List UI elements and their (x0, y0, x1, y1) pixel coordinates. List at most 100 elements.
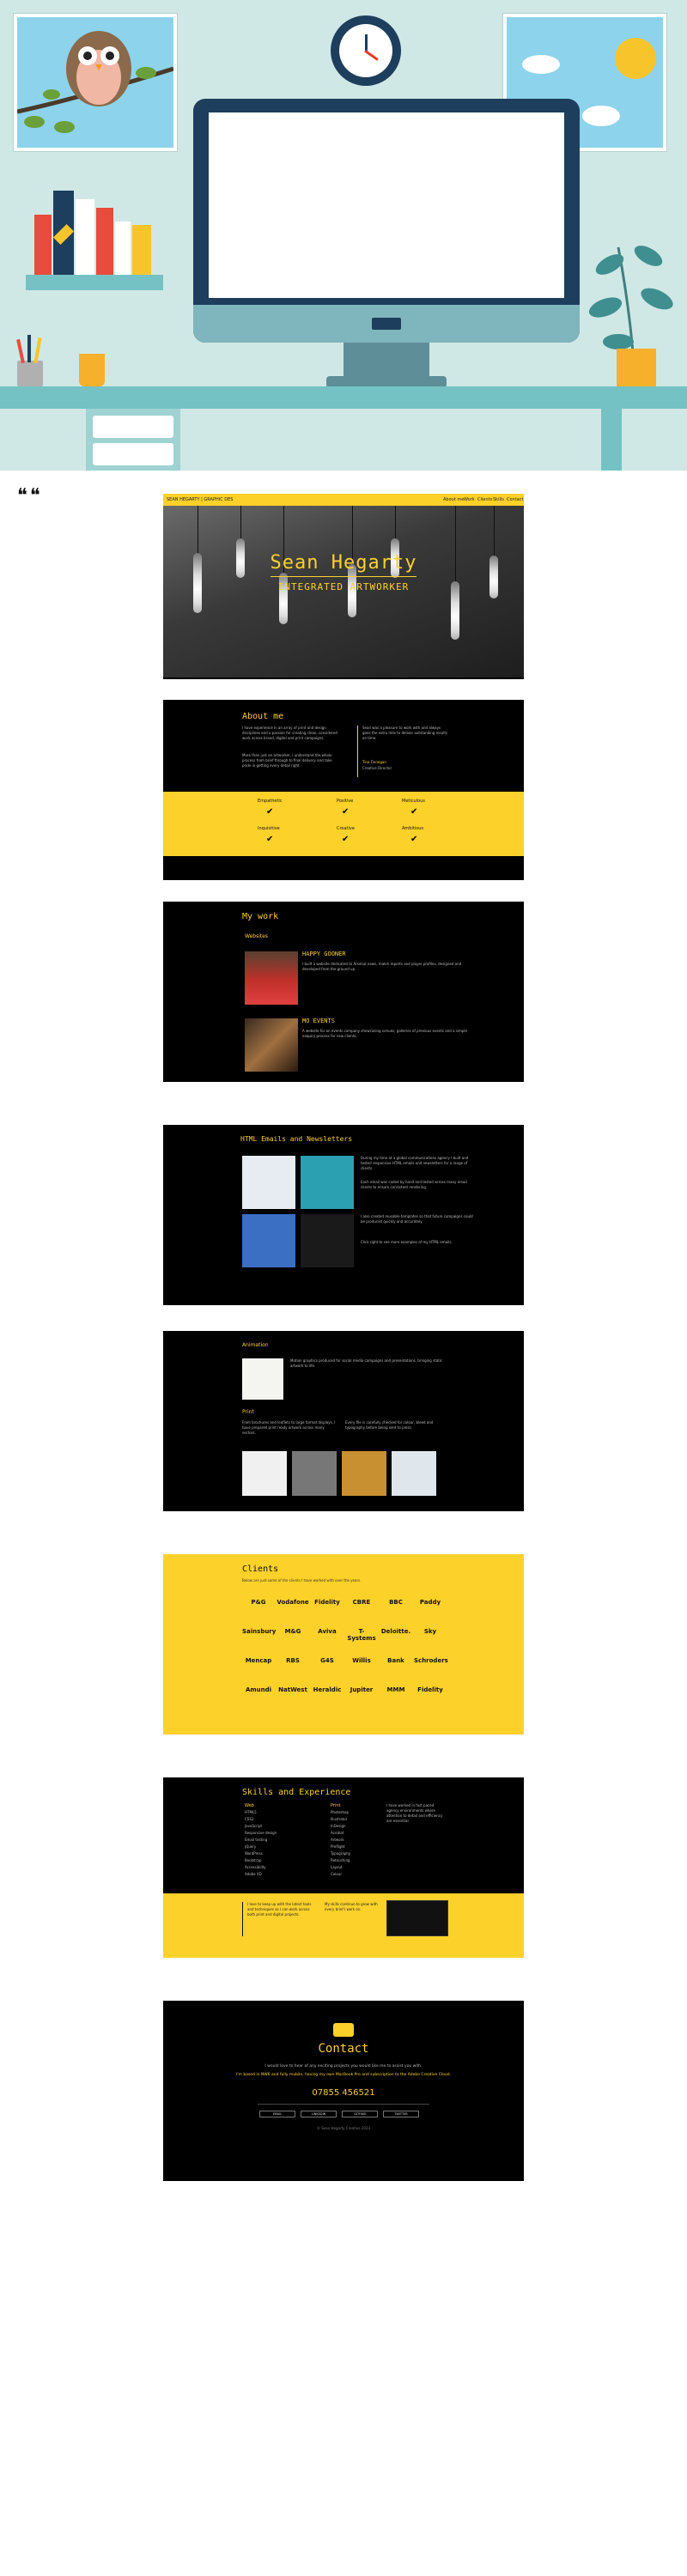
github-button[interactable]: GITHUB (342, 2111, 378, 2117)
skill-item: Bootstrap (245, 1858, 262, 1862)
pencil-icon (16, 338, 25, 364)
skill-item: Retouching (331, 1858, 350, 1862)
check-icon: ✔ (410, 835, 418, 844)
client-logo: M&G (284, 1628, 301, 1635)
copyright: © Sean Hegarty Creative 2023 (316, 2126, 371, 2130)
email-thumb-1[interactable] (242, 1156, 295, 1209)
nav-link-clients[interactable]: Clients (477, 497, 492, 502)
nav-link-about[interactable]: About me (443, 497, 464, 502)
emails-heading: HTML Emails and Newsletters (240, 1135, 353, 1143)
hero-illustration (0, 0, 687, 471)
about-section: About me I have experience in an array o… (163, 700, 524, 880)
clients-intro: Below are just some of the clients I hav… (242, 1578, 362, 1583)
email-thumb-4[interactable] (301, 1214, 354, 1267)
brand-link[interactable]: SEAN HEGARTY | GRAPHIC DES (167, 497, 233, 502)
animation-text: Motion graphics produced for social medi… (290, 1358, 443, 1368)
skill-item: Accessibility (245, 1865, 266, 1869)
skills-heading: Skills and Experience (242, 1788, 351, 1797)
linkedin-button[interactable]: LINKEDIN (301, 2111, 337, 2117)
skills-quote-2: My skills continue to grow with every br… (325, 1902, 378, 1911)
print-thumb-1[interactable] (242, 1451, 287, 1496)
monitor-stand (344, 343, 429, 377)
contact-line-2: I'm based in NW6 and fully mobile, havin… (235, 2073, 452, 2077)
skill-item: Photoshop (331, 1810, 350, 1814)
navbar: SEAN HEGARTY | GRAPHIC DES About me Work… (163, 494, 524, 506)
client-logo: Willis (352, 1657, 371, 1664)
desk-drawer (86, 409, 180, 471)
email-button[interactable]: EMAIL (259, 2111, 295, 2117)
pencil-icon (33, 337, 42, 364)
quality-inquisitive: Inquisitive (258, 826, 280, 831)
client-logo: Sainsbury (242, 1628, 277, 1635)
mug-icon (79, 354, 105, 386)
print-thumb-4[interactable] (392, 1451, 436, 1496)
skill-item: Artwork (331, 1838, 344, 1842)
testimonial-quote: Sean was a pleasure to work with and alw… (362, 726, 448, 740)
clients-section: Clients Below are just some of the clien… (163, 1554, 524, 1735)
site-header: SEAN HEGARTY | GRAPHIC DES About me Work… (163, 494, 524, 679)
nav-link-work[interactable]: Work (464, 497, 475, 502)
hero-divider (271, 576, 416, 577)
client-logo: Deloitte. (380, 1628, 411, 1635)
client-logo: BBC (389, 1599, 403, 1606)
skill-item: Preflight (331, 1844, 345, 1849)
nav-link-contact[interactable]: Contact (507, 497, 523, 502)
mo-events-thumbnail[interactable] (245, 1018, 298, 1072)
client-logo: Paddy (419, 1599, 441, 1606)
clients-heading: Clients (242, 1564, 279, 1574)
skills-section: Skills and Experience Web Print HTML5 CSS… (163, 1777, 524, 1958)
skill-item: HTML5 (245, 1810, 257, 1814)
skill-item: JavaScript (245, 1824, 263, 1828)
testimonial-author: Tina Finnegan (362, 760, 386, 764)
client-logo: Schroders (414, 1657, 448, 1664)
about-text-1: I have experience in an array of print a… (242, 726, 337, 740)
nav-link-skills[interactable]: Skills (493, 497, 504, 502)
skill-item: Typography (331, 1851, 351, 1856)
quote-bar (242, 1902, 243, 1936)
skill-item: Acrobat (331, 1831, 344, 1835)
email-thumb-3[interactable] (242, 1214, 295, 1267)
work-text-1: I built a website dedicated to Arsenal n… (302, 962, 462, 971)
print-thumb-3[interactable] (342, 1451, 386, 1496)
client-logo: MMM (386, 1686, 405, 1693)
contact-phone[interactable]: 07855 456521 (163, 2088, 524, 2099)
emails-text-4: Click right to see more examples of my H… (361, 1240, 453, 1244)
print-thumb-2[interactable] (292, 1451, 337, 1496)
work-title-2[interactable]: MO EVENTS (302, 1018, 335, 1024)
twitter-button[interactable]: TWITTER (383, 2111, 419, 2117)
animation-print-section: Animation Motion graphics produced for s… (163, 1331, 524, 1511)
client-logo: Sky (423, 1628, 437, 1635)
owl-picture-frame (14, 14, 177, 151)
work-title-1[interactable]: HAPPY GOONER (302, 951, 346, 957)
animation-thumbnail[interactable] (242, 1358, 283, 1400)
quote-marks-icon: ❝ ❝ (17, 485, 40, 507)
emails-text-2: Each email was coded by hand and tested … (361, 1180, 467, 1189)
about-heading: About me (242, 712, 284, 721)
contact-section: Contact I would love to hear of any exci… (163, 2001, 524, 2181)
check-icon: ✔ (342, 835, 350, 844)
contact-divider (258, 2104, 429, 2105)
client-logo: Fidelity (314, 1599, 340, 1606)
emails-text-3: I also created reusable templates so tha… (361, 1214, 473, 1224)
chat-icon (333, 2023, 354, 2037)
skill-item: jQuery (245, 1844, 257, 1849)
email-thumb-2[interactable] (301, 1156, 354, 1209)
skill-item: Responsive design (245, 1831, 277, 1835)
skill-item: Illustrator (331, 1817, 348, 1821)
code-screenshot (386, 1900, 448, 1936)
monitor-screen (209, 112, 564, 298)
check-icon: ✔ (266, 807, 274, 817)
desk-top (0, 386, 687, 409)
print-text-2: Every file is carefully checked for colo… (345, 1420, 434, 1430)
client-logo: T-Systems (347, 1628, 376, 1642)
client-logo: G4S (320, 1657, 334, 1664)
animation-heading: Animation (242, 1342, 269, 1348)
contact-heading: Contact (318, 2042, 369, 2056)
print-text-1: From brochures and leaflets to large for… (242, 1420, 336, 1435)
about-text-2: More than just an artworker, I understan… (242, 753, 332, 768)
hero-name: Sean Hegarty (270, 552, 417, 574)
quality-meticulous: Meticulous (402, 799, 425, 804)
happy-gooner-thumbnail[interactable] (245, 951, 298, 1005)
client-logo: RBS (286, 1657, 300, 1664)
client-logo: P&G (251, 1599, 266, 1606)
